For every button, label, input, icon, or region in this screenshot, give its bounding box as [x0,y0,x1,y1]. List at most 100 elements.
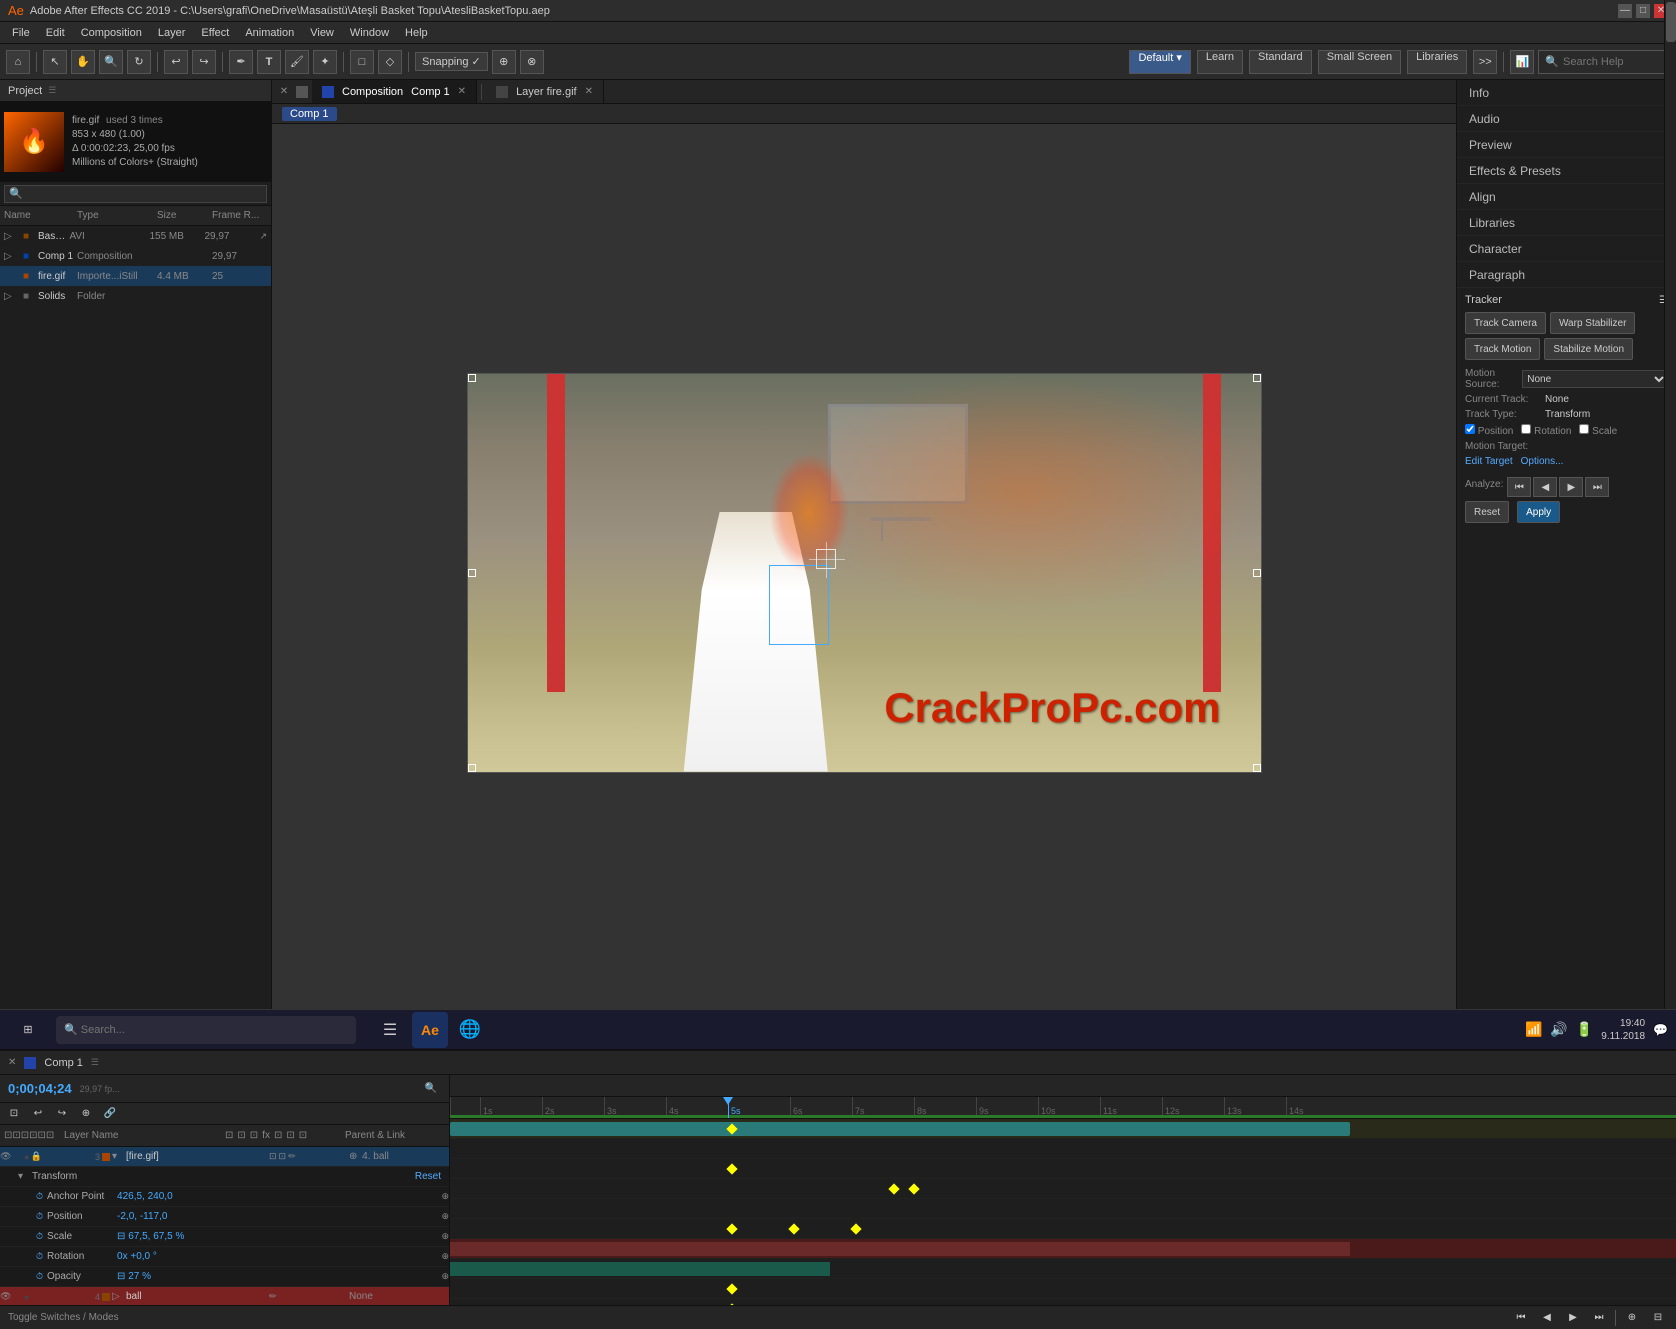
rotate-tool[interactable]: ↻ [127,50,151,74]
maximize-button[interactable]: □ [1636,4,1650,18]
corner-handle-br[interactable] [1253,764,1261,772]
workspace-learn[interactable]: Learn [1197,50,1243,74]
options-link[interactable]: Options... [1521,456,1564,467]
menu-composition[interactable]: Composition [73,25,150,41]
right-panel-audio[interactable]: Audio [1457,106,1676,132]
stopwatch-rotation-3[interactable]: ⏱ [36,1251,43,1262]
corner-handle-tl[interactable] [468,374,476,382]
tl-footer-btn3[interactable]: ▶ [1563,1308,1583,1328]
viewer[interactable]: CrackProPc.com [272,124,1456,1021]
undo-btn[interactable]: ↩ [164,50,188,74]
tl-ctrl-4[interactable]: ⊕ [76,1104,96,1124]
taskbar-app-chrome[interactable]: 🌐 [452,1012,488,1048]
workspace-standard[interactable]: Standard [1249,50,1312,74]
shape-tool[interactable]: □ [350,50,374,74]
prop-opacity-3[interactable]: ⏱ Opacity ⊟ 27 % ⊕ [0,1267,449,1287]
tl-footer-btn6[interactable]: ⊟ [1648,1308,1668,1328]
file-firegif[interactable]: ■ fire.gif Importe...iStill 4.4 MB 25 [0,266,271,286]
close-icon[interactable]: ✕ [8,1057,16,1068]
transform-reset-3[interactable]: Reset [415,1171,441,1182]
start-button[interactable]: ⊞ [8,1015,48,1045]
workspace-small-screen[interactable]: Small Screen [1318,50,1401,74]
kf-opacity-1[interactable] [726,1223,737,1234]
right-panel-character[interactable]: Character [1457,236,1676,262]
timeline-menu[interactable]: ☰ [91,1057,99,1068]
prop-scale-3[interactable]: ⏱ Scale ⊟ 67,5, 67,5 % ⊕ [0,1227,449,1247]
layer-expand-4[interactable]: ▷ [112,1291,126,1302]
tl-ctrl-1[interactable]: ⊡ [4,1104,24,1124]
layer-tab-close[interactable]: ✕ [585,86,593,97]
project-search-input[interactable] [4,185,267,203]
layer-solo-3[interactable]: ● [24,1152,29,1162]
transform-row-3[interactable]: ▾ Transform Reset [0,1167,449,1187]
tl-footer-btn5[interactable]: ⊕ [1622,1308,1642,1328]
menu-view[interactable]: View [302,25,342,41]
project-options-icon[interactable]: ☰ [48,85,56,96]
tl-ctrl-3[interactable]: ↪ [52,1104,72,1124]
mask-tool[interactable]: ◇ [378,50,402,74]
stopwatch-anchor-3[interactable]: ⏱ [36,1191,43,1202]
kf-mt-1[interactable] [726,1283,737,1294]
menu-effect[interactable]: Effect [193,25,237,41]
tl-footer-btn1[interactable]: ⏮ [1511,1308,1531,1328]
comp-name-badge[interactable]: Comp 1 [282,107,337,121]
kf-scale-1[interactable] [888,1183,899,1194]
pen-tool[interactable]: ✒ [229,50,253,74]
rotation-checkbox[interactable] [1521,424,1531,434]
right-panel-paragraph[interactable]: Paragraph [1457,262,1676,288]
snap-extra[interactable]: ⊗ [520,50,544,74]
workspace-default[interactable]: Default ▾ [1129,50,1190,74]
tab-close-icon[interactable]: ✕ [272,80,296,104]
right-panel-preview[interactable]: Preview [1457,132,1676,158]
kf-opacity-3[interactable] [850,1223,861,1234]
stopwatch-scale-3[interactable]: ⏱ [36,1231,43,1242]
file-comp1[interactable]: ▷ ■ Comp 1 Composition 29,97 [0,246,271,266]
comp-tab-close-1[interactable]: ✕ [458,86,466,97]
eye-icon-4[interactable]: 👁 [0,1291,11,1302]
search-help-input[interactable] [1563,56,1663,68]
analyze-back-all[interactable]: ⏮ [1507,477,1531,497]
menu-edit[interactable]: Edit [38,25,73,41]
menu-layer[interactable]: Layer [150,25,194,41]
layer-row-4[interactable]: 👁 ● 4 ▷ ball ✏ None [0,1287,449,1305]
warp-stabilizer-btn[interactable]: Warp Stabilizer [1550,312,1635,334]
toggle-switches-label[interactable]: Toggle Switches / Modes [8,1312,119,1323]
right-panel-align[interactable]: Align [1457,184,1676,210]
hand-tool[interactable]: ✋ [71,50,95,74]
analyze-fwd-all[interactable]: ⏭ [1585,477,1609,497]
minimize-button[interactable]: — [1618,4,1632,18]
tl-ctrl-2[interactable]: ↩ [28,1104,48,1124]
file-solids[interactable]: ▷ ■ Solids Folder [0,286,271,306]
analyze-fwd[interactable]: ▶ [1559,477,1583,497]
home-btn[interactable]: ⌂ [6,50,30,74]
layer-solo-4[interactable]: ● [24,1292,29,1302]
tl-footer-btn4[interactable]: ⏭ [1589,1308,1609,1328]
zoom-tool[interactable]: 🔍 [99,50,123,74]
stabilize-motion-btn[interactable]: Stabilize Motion [1544,338,1633,360]
selection-tool[interactable]: ↖ [43,50,67,74]
tl-search-btn[interactable]: 🔍 [421,1079,441,1099]
menu-file[interactable]: File [4,25,38,41]
kf-t1-1[interactable] [726,1303,737,1305]
layer-pencil-3[interactable]: ✏ [288,1151,296,1162]
menu-window[interactable]: Window [342,25,397,41]
prop-anchor-3[interactable]: ⏱ Anchor Point 426,5, 240,0 ⊕ [0,1187,449,1207]
kf-scale-2[interactable] [908,1183,919,1194]
eye-icon-3[interactable]: 👁 [0,1151,11,1162]
layer-row-3[interactable]: 👁 ● 🔒 3 ▾ [fire.gif] ⊡ ⊡ ✏ [0,1147,449,1167]
kf-pos-1[interactable] [726,1163,737,1174]
taskbar-app-ae[interactable]: Ae [412,1012,448,1048]
layer-lock-3[interactable]: 🔒 [30,1151,41,1162]
clone-tool[interactable]: ✦ [313,50,337,74]
edit-target-link[interactable]: Edit Target [1465,456,1513,467]
corner-handle-tr[interactable] [1253,374,1261,382]
menu-help[interactable]: Help [397,25,436,41]
brush-tool[interactable]: 🖌 [285,50,309,74]
apply-btn[interactable]: Apply [1517,501,1560,523]
track-motion-btn[interactable]: Track Motion [1465,338,1540,360]
prop-rotation-3[interactable]: ⏱ Rotation 0x +0,0 ° ⊕ [0,1247,449,1267]
taskbar-search-input[interactable] [56,1016,356,1044]
taskbar-app-cortana[interactable]: ☰ [372,1012,408,1048]
prop-position-3[interactable]: ⏱ Position -2,0, -117,0 ⊕ [0,1207,449,1227]
notification-icon[interactable]: 💬 [1653,1023,1668,1037]
